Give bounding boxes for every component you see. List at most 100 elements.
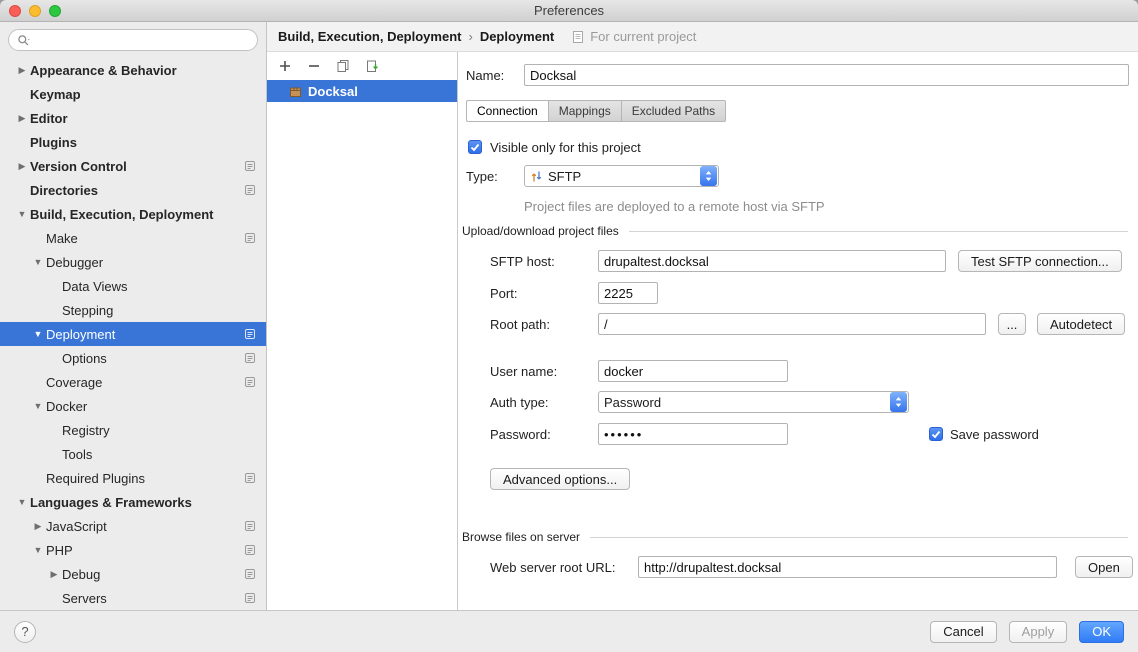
server-list-item-docksal[interactable]: Docksal bbox=[267, 80, 457, 102]
autodetect-button[interactable]: Autodetect bbox=[1037, 313, 1125, 335]
browse-section-title: Browse files on server bbox=[462, 530, 580, 544]
scope-indicator: For current project bbox=[572, 29, 696, 44]
web-root-field[interactable] bbox=[638, 556, 1057, 578]
sidebar-item-tools[interactable]: Tools bbox=[0, 442, 266, 466]
open-button[interactable]: Open bbox=[1075, 556, 1133, 578]
sftp-host-label: SFTP host: bbox=[490, 254, 598, 269]
sidebar-item-make[interactable]: Make bbox=[0, 226, 266, 250]
sidebar-item-php[interactable]: ▼PHP bbox=[0, 538, 266, 562]
zoom-window-button[interactable] bbox=[49, 5, 61, 17]
password-field[interactable] bbox=[598, 423, 788, 445]
chevron-down-icon[interactable]: ▼ bbox=[30, 257, 46, 267]
sidebar-item-label: Languages & Frameworks bbox=[30, 495, 258, 510]
sidebar-item-build-execution-deployment[interactable]: ▼Build, Execution, Deployment bbox=[0, 202, 266, 226]
sidebar-item-data-views[interactable]: Data Views bbox=[0, 274, 266, 298]
sidebar-item-options[interactable]: Options bbox=[0, 346, 266, 370]
chevron-down-icon[interactable]: ▼ bbox=[30, 329, 46, 339]
sidebar-item-label: Build, Execution, Deployment bbox=[30, 207, 258, 222]
apply-button[interactable]: Apply bbox=[1009, 621, 1068, 643]
project-settings-icon bbox=[244, 352, 258, 364]
server-list-toolbar bbox=[267, 52, 457, 80]
chevron-down-icon[interactable]: ▼ bbox=[14, 209, 30, 219]
window-controls bbox=[9, 5, 61, 17]
sidebar-item-editor[interactable]: ▶Editor bbox=[0, 106, 266, 130]
sidebar-item-debug[interactable]: ▶Debug bbox=[0, 562, 266, 586]
breadcrumb-category[interactable]: Build, Execution, Deployment bbox=[278, 29, 461, 44]
chevron-right-icon[interactable]: ▶ bbox=[46, 569, 62, 580]
chevron-down-icon[interactable]: ▼ bbox=[30, 545, 46, 555]
sidebar-item-label: Make bbox=[46, 231, 244, 246]
browse-root-path-button[interactable]: ... bbox=[998, 313, 1026, 335]
settings-tree: ▶Appearance & Behavior Keymap ▶Editor Pl… bbox=[0, 58, 266, 610]
port-label: Port: bbox=[490, 286, 598, 301]
type-select[interactable]: SFTP bbox=[524, 165, 719, 187]
sidebar-item-appearance-behavior[interactable]: ▶Appearance & Behavior bbox=[0, 58, 266, 82]
sidebar-item-required-plugins[interactable]: Required Plugins bbox=[0, 466, 266, 490]
settings-tabs: Connection Mappings Excluded Paths bbox=[466, 100, 726, 122]
chevron-right-icon[interactable]: ▶ bbox=[30, 521, 46, 532]
chevron-down-icon[interactable]: ▼ bbox=[14, 497, 30, 507]
tab-mappings[interactable]: Mappings bbox=[548, 100, 622, 122]
project-settings-icon bbox=[244, 520, 258, 532]
sidebar-item-stepping[interactable]: Stepping bbox=[0, 298, 266, 322]
tab-excluded-paths[interactable]: Excluded Paths bbox=[621, 100, 726, 122]
sftp-host-field[interactable] bbox=[598, 250, 946, 272]
remove-server-button[interactable] bbox=[305, 57, 323, 75]
sidebar-item-deployment[interactable]: ▼Deployment bbox=[0, 322, 266, 346]
upload-section-separator: Upload/download project files bbox=[462, 223, 1128, 239]
settings-sidebar: ▶Appearance & Behavior Keymap ▶Editor Pl… bbox=[0, 22, 267, 610]
chevron-right-icon[interactable]: ▶ bbox=[14, 65, 30, 76]
sidebar-item-docker[interactable]: ▼Docker bbox=[0, 394, 266, 418]
user-name-row: User name: bbox=[490, 360, 788, 382]
auth-type-label: Auth type: bbox=[490, 395, 598, 410]
type-row: Type: SFTP bbox=[466, 165, 719, 187]
sidebar-item-servers[interactable]: Servers bbox=[0, 586, 266, 610]
user-name-field[interactable] bbox=[598, 360, 788, 382]
separator-line bbox=[590, 537, 1128, 538]
help-button[interactable]: ? bbox=[14, 621, 36, 643]
ok-button[interactable]: OK bbox=[1079, 621, 1124, 643]
server-list-item-label: Docksal bbox=[308, 84, 358, 99]
test-sftp-connection-button[interactable]: Test SFTP connection... bbox=[958, 250, 1122, 272]
minimize-window-button[interactable] bbox=[29, 5, 41, 17]
settings-search-field[interactable] bbox=[8, 29, 258, 51]
sidebar-item-directories[interactable]: Directories bbox=[0, 178, 266, 202]
window-title: Preferences bbox=[534, 3, 604, 18]
sidebar-item-keymap[interactable]: Keymap bbox=[0, 82, 266, 106]
port-field[interactable] bbox=[598, 282, 658, 304]
sftp-host-row: SFTP host: Test SFTP connection... bbox=[490, 250, 1127, 272]
tab-connection[interactable]: Connection bbox=[466, 100, 549, 122]
sidebar-item-label: Plugins bbox=[30, 135, 258, 150]
sidebar-item-coverage[interactable]: Coverage bbox=[0, 370, 266, 394]
visible-only-label: Visible only for this project bbox=[490, 140, 641, 155]
search-input[interactable] bbox=[35, 33, 249, 48]
copy-server-button[interactable] bbox=[334, 57, 352, 75]
sidebar-item-plugins[interactable]: Plugins bbox=[0, 130, 266, 154]
sidebar-item-version-control[interactable]: ▶Version Control bbox=[0, 154, 266, 178]
paste-server-button[interactable] bbox=[363, 57, 381, 75]
add-server-button[interactable] bbox=[276, 57, 294, 75]
web-root-label: Web server root URL: bbox=[490, 560, 638, 575]
visible-only-checkbox[interactable] bbox=[468, 140, 482, 154]
auth-type-select[interactable]: Password bbox=[598, 391, 909, 413]
sidebar-item-languages-frameworks[interactable]: ▼Languages & Frameworks bbox=[0, 490, 266, 514]
sidebar-item-debugger[interactable]: ▼Debugger bbox=[0, 250, 266, 274]
sidebar-item-registry[interactable]: Registry bbox=[0, 418, 266, 442]
close-window-button[interactable] bbox=[9, 5, 21, 17]
root-path-label: Root path: bbox=[490, 317, 598, 332]
sidebar-item-label: Docker bbox=[46, 399, 258, 414]
project-settings-icon bbox=[244, 160, 258, 172]
sftp-icon bbox=[530, 170, 543, 183]
name-field[interactable] bbox=[524, 64, 1129, 86]
sidebar-item-javascript[interactable]: ▶JavaScript bbox=[0, 514, 266, 538]
project-settings-icon bbox=[244, 544, 258, 556]
root-path-field[interactable] bbox=[598, 313, 986, 335]
chevron-right-icon[interactable]: ▶ bbox=[14, 161, 30, 172]
save-password-checkbox[interactable] bbox=[929, 427, 943, 441]
advanced-options-button[interactable]: Advanced options... bbox=[490, 468, 630, 490]
chevron-right-icon[interactable]: ▶ bbox=[14, 113, 30, 124]
dropdown-stepper-icon bbox=[700, 166, 717, 186]
sidebar-item-label: Debug bbox=[62, 567, 244, 582]
chevron-down-icon[interactable]: ▼ bbox=[30, 401, 46, 411]
cancel-button[interactable]: Cancel bbox=[930, 621, 996, 643]
